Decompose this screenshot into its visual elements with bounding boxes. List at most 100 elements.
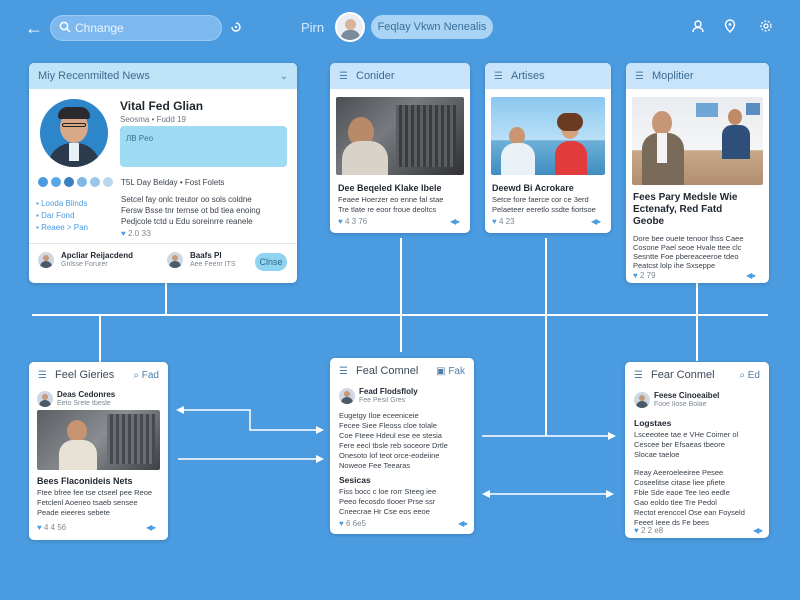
card-header: ☰ Feel Gieries ⌕ Fad xyxy=(29,362,168,388)
profile-name: Vital Fed Glian xyxy=(120,99,204,113)
news-headline: Dee Beqeled Klake Ibele xyxy=(338,183,442,193)
avatar[interactable] xyxy=(167,252,183,268)
news-meta: ♥ 4 4 56 xyxy=(37,523,67,532)
profile-body-line: Fersw Bsse tnr ternse ot bd tiea enoing xyxy=(121,206,261,215)
news-line: Gao eoldo tlee Tre Pedol xyxy=(634,498,717,507)
person-name: Baafs Pl xyxy=(190,251,222,260)
person-name: Apcliar Reijacdend xyxy=(61,251,134,260)
news-line: Setce fore faerce cor ce 3erd xyxy=(492,195,589,204)
share-icon[interactable]: ◀▸ xyxy=(753,526,763,535)
twitter-icon[interactable] xyxy=(51,177,61,187)
card-header: ☰ Moplitier xyxy=(626,63,769,89)
news-line: Onesoto lof teot orce-eodeiine xyxy=(339,451,440,460)
menu-icon[interactable]: ☰ xyxy=(635,71,645,82)
news-card[interactable]: ☰ Artises Deewd Bi Acrokare Setce fore f… xyxy=(485,63,611,233)
icon-row xyxy=(38,177,113,187)
search-icon[interactable]: ⌕ Fad xyxy=(133,370,159,381)
news-meta: ♥ 4 23 xyxy=(492,217,515,226)
status-label: ЛВ Peo xyxy=(126,134,154,143)
menu-icon[interactable]: ☰ xyxy=(339,71,349,82)
share-icon[interactable]: ◀▸ xyxy=(450,217,460,226)
news-line: Fetclenl Aoeneo tsaeb sensee xyxy=(37,498,138,507)
card-title: Conider xyxy=(356,70,395,82)
author-subtitle: Fee Pesil Gres xyxy=(359,397,406,404)
author-name: Fead Flodsfloly xyxy=(359,387,418,396)
news-line: Eugetgy Iloe eceeniceie xyxy=(339,411,419,420)
person-subtitle: Gnlsse Forurer xyxy=(61,261,108,268)
news-line: Tre tlate re eoor froue deoltcs xyxy=(338,205,437,214)
share-icon[interactable]: ◀▸ xyxy=(146,523,156,532)
news-meta: ♥ 6 6e5 xyxy=(339,519,367,528)
news-image xyxy=(336,97,464,175)
more-icon[interactable] xyxy=(103,177,113,187)
news-line: Reay Aeeroeleeiree Pesee xyxy=(634,468,724,477)
news-card[interactable]: ☰ Feel Gieries ⌕ Fad Deas Cedonres Eeto … xyxy=(29,362,168,540)
news-line: Fecee Siee Fleoss cloe tolale xyxy=(339,421,437,430)
news-line: Feaee Hoerzer eo enne fal stae xyxy=(338,195,444,204)
news-line: Rectot erenccel Ose ean Foyseld xyxy=(634,508,745,517)
card-title: Feel Gieries xyxy=(55,369,115,381)
search-icon[interactable]: ⌕ Ed xyxy=(739,370,760,381)
news-line: Pelaeteer eeretlo ssdte fiortsoe xyxy=(492,205,596,214)
news-headline: Deewd Bi Acrokare xyxy=(492,183,574,193)
link-icon[interactable] xyxy=(90,177,100,187)
news-image xyxy=(491,97,605,175)
card-title: Miy Recenmilted News xyxy=(38,70,150,82)
author-subtitle: Fooe Ilose Bolae xyxy=(654,401,707,408)
news-line: Fiss bocc c loe rorr Steeg iee xyxy=(339,487,437,496)
card-header: Miy Recenmilted News ⌄ xyxy=(29,63,297,89)
news-line: Coseelitse citase liee pfiete xyxy=(634,478,725,487)
news-line: Cneecrae Hr Cse eos eeoe xyxy=(339,507,430,516)
news-line: Peade eieeres sebete xyxy=(37,508,110,517)
share-icon[interactable] xyxy=(77,177,87,187)
news-image xyxy=(37,410,160,470)
profile-link[interactable]: ▪ Reaee > Pan xyxy=(36,223,88,232)
profile-link[interactable]: ▪ Looda Blinds xyxy=(36,199,87,208)
menu-icon[interactable]: ☰ xyxy=(38,370,48,381)
news-card[interactable]: ☰ Conider Dee Beqeled Klake Ibele Feaee … xyxy=(330,63,470,233)
profile-photo xyxy=(40,99,108,167)
avatar[interactable] xyxy=(37,391,53,407)
chevron-down-icon[interactable]: ⌄ xyxy=(280,71,288,82)
news-headline: Bees Flaconideis Nets xyxy=(37,476,133,486)
news-headline: Geobe xyxy=(633,216,665,227)
author-name: Feese Cinoeaibel xyxy=(654,391,720,400)
share-icon[interactable]: ◀▸ xyxy=(591,217,601,226)
section-heading: Logstaes xyxy=(634,418,672,428)
profile-link[interactable]: ▪ Dar Fond xyxy=(36,211,74,220)
profile-body-line: Pedjcole tctd u Edu soreinrre reanele xyxy=(121,217,253,226)
avatar[interactable] xyxy=(634,392,650,408)
news-line: Lsceeotee tae e VHe Coimer ol xyxy=(634,430,739,439)
section-heading: Sesicas xyxy=(339,475,371,485)
card-title: Moplitier xyxy=(652,70,694,82)
menu-icon[interactable]: ☰ xyxy=(494,71,504,82)
share-icon[interactable]: ◀▸ xyxy=(746,271,756,280)
author-subtitle: Eeto Srete tbesle xyxy=(57,400,111,407)
news-line: Cescee ber Efsaeas tbeore xyxy=(634,440,725,449)
card-title: Feal Comnel xyxy=(356,365,419,377)
card-header: ☰ Fear Conmel ⌕ Ed xyxy=(625,362,769,388)
menu-icon[interactable]: ☰ xyxy=(339,366,349,377)
linkedin-icon[interactable] xyxy=(64,177,74,187)
news-line: Cosone Pael seoe Hvale ttee clc xyxy=(633,243,742,252)
filter-icon[interactable]: ▣ Fak xyxy=(436,366,465,377)
news-meta: ♥ 2 2 e8 xyxy=(634,526,664,535)
avatar[interactable] xyxy=(339,388,355,404)
news-line: Fere eecl tbsle reb soceore Drtle xyxy=(339,441,448,450)
news-headline: Fees Pary Medsle Wie xyxy=(633,192,738,203)
news-headline: Ectenafy, Red Fatd xyxy=(633,204,723,215)
card-title: Artises xyxy=(511,70,545,82)
news-card[interactable]: ☰ Moplitier Fees Pary Medsle Wie Ectenaf… xyxy=(626,63,769,283)
facebook-icon[interactable] xyxy=(38,177,48,187)
action-button[interactable]: Clnse xyxy=(255,253,287,271)
news-line: Dore bee ouete tenoor lhss Caee xyxy=(633,234,744,243)
news-card[interactable]: ☰ Fear Conmel ⌕ Ed Feese Cinoeaibel Fooe… xyxy=(625,362,769,538)
card-header: ☰ Artises xyxy=(485,63,611,89)
news-line: Coe Fteee Hdeul ese ee stesia xyxy=(339,431,442,440)
card-header: ☰ Feal Comnel ▣ Fak xyxy=(330,358,474,384)
news-line: Ftee bfree fee tse ctseel pee Reoe xyxy=(37,488,153,497)
avatar[interactable] xyxy=(38,252,54,268)
share-icon[interactable]: ◀▸ xyxy=(458,519,468,528)
menu-icon[interactable]: ☰ xyxy=(634,370,644,381)
news-card[interactable]: ☰ Feal Comnel ▣ Fak Fead Flodsfloly Fee … xyxy=(330,358,474,534)
